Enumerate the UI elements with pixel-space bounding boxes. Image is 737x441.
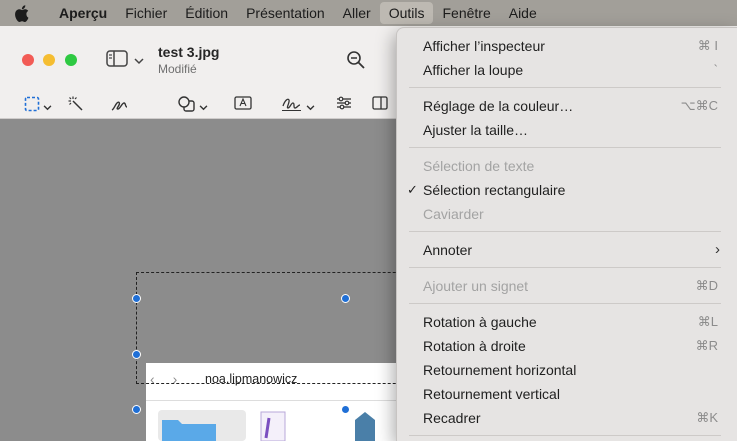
outils-menu: Afficher l’inspecteur ⌘ I Afficher la lo… — [396, 27, 737, 441]
menu-item-reglage-couleur[interactable]: Réglage de la couleur… ⌥⌘C — [397, 94, 736, 118]
menu-item-afficher-inspecteur[interactable]: Afficher l’inspecteur ⌘ I — [397, 34, 736, 58]
menu-aller[interactable]: Aller — [334, 0, 380, 26]
menu-app-name[interactable]: Aperçu — [50, 0, 116, 26]
menu-separator — [409, 231, 721, 232]
rectangular-selection-icon — [24, 96, 40, 117]
text-box-icon — [234, 96, 252, 115]
menu-separator — [409, 435, 721, 436]
chevron-down-icon — [134, 52, 144, 70]
menu-presentation[interactable]: Présentation — [237, 0, 334, 26]
shortcut-label: ` — [713, 62, 718, 77]
menu-item-selection-rectangulaire[interactable]: ✓ Sélection rectangulaire — [397, 178, 736, 202]
adjust-color-tool[interactable] — [336, 96, 352, 115]
signature-icon — [281, 96, 303, 117]
menu-item-selection-texte[interactable]: Sélection de texte — [397, 154, 736, 178]
menu-item-caviarder[interactable]: Caviarder — [397, 202, 736, 226]
shortcut-label: ⌘K — [696, 410, 718, 425]
menu-outils[interactable]: Outils — [379, 2, 434, 24]
menu-item-label: Ajuster la taille… — [423, 122, 529, 138]
shortcut-label: ⌘D — [695, 278, 718, 293]
chevron-down-icon — [306, 98, 315, 116]
menu-item-label: Annoter — [423, 242, 473, 258]
menu-fenetre[interactable]: Fenêtre — [433, 0, 499, 26]
resize-handle-top[interactable] — [341, 294, 350, 303]
image-divider — [146, 400, 406, 401]
text-box-tool[interactable] — [234, 96, 252, 115]
apple-icon[interactable] — [14, 4, 40, 22]
signature-tool[interactable] — [281, 96, 315, 117]
instant-alpha-icon — [68, 96, 84, 117]
app-file-icon — [355, 412, 375, 441]
menu-item-afficher-loupe[interactable]: Afficher la loupe ` — [397, 58, 736, 82]
shapes-tool[interactable] — [178, 96, 208, 117]
resize-handle-bottom-left[interactable] — [132, 405, 141, 414]
menu-item-label: Sélection de texte — [423, 158, 535, 174]
shortcut-label: ⌘ I — [697, 38, 718, 53]
menu-aide[interactable]: Aide — [500, 0, 546, 26]
sidebar-toggle-icon — [106, 50, 128, 72]
menu-item-label: Ajouter un signet — [423, 278, 529, 294]
menu-item-label: Retournement horizontal — [423, 362, 577, 378]
sidebar-toggle-button[interactable] — [106, 50, 144, 72]
menu-item-annoter[interactable]: Annoter › — [397, 238, 736, 262]
menu-item-ajuster-taille[interactable]: Ajuster la taille… — [397, 118, 736, 142]
menu-item-label: Afficher la loupe — [423, 62, 524, 78]
menu-item-label: Sélection rectangulaire — [423, 182, 566, 198]
menu-item-retournement-vertical[interactable]: Retournement vertical — [397, 382, 736, 406]
menu-item-label: Rotation à gauche — [423, 314, 537, 330]
resize-handle-left[interactable] — [132, 350, 141, 359]
fullscreen-button[interactable] — [65, 54, 77, 66]
selection-rectangle[interactable] — [136, 272, 436, 384]
shortcut-label: ⌘R — [695, 338, 718, 353]
menu-item-label: Retournement vertical — [423, 386, 560, 402]
chevron-down-icon — [43, 98, 52, 116]
menu-fichier[interactable]: Fichier — [116, 0, 176, 26]
menu-separator — [409, 147, 721, 148]
folder-icon — [158, 410, 246, 441]
menu-item-rotation-droite[interactable]: Rotation à droite ⌘R — [397, 334, 736, 358]
menu-separator — [409, 303, 721, 304]
shapes-icon — [178, 96, 196, 117]
page-layout-icon — [372, 96, 388, 115]
chevron-right-icon: › — [715, 241, 720, 258]
rectangular-selection-tool[interactable] — [24, 96, 52, 117]
menu-bar: Aperçu Fichier Édition Présentation Alle… — [0, 0, 737, 26]
chevron-down-icon — [199, 98, 208, 116]
menu-item-label: Réglage de la couleur… — [423, 98, 574, 114]
menu-item-ajouter-signet[interactable]: Ajouter un signet ⌘D — [397, 274, 736, 298]
sketch-icon — [110, 96, 128, 117]
menu-item-recadrer[interactable]: Recadrer ⌘K — [397, 406, 736, 430]
menu-edition[interactable]: Édition — [176, 0, 237, 26]
zoom-out-button[interactable] — [346, 50, 366, 75]
menu-item-rotation-gauche[interactable]: Rotation à gauche ⌘L — [397, 310, 736, 334]
sketch-tool[interactable] — [110, 96, 128, 117]
close-button[interactable] — [22, 54, 34, 66]
menu-separator — [409, 267, 721, 268]
document-title[interactable]: test 3.jpg — [158, 44, 219, 60]
shortcut-label: ⌥⌘C — [680, 98, 718, 113]
checkmark-icon: ✓ — [407, 182, 418, 197]
zoom-out-icon — [346, 51, 366, 74]
menu-item-label: Recadrer — [423, 410, 481, 426]
adjust-color-icon — [336, 96, 352, 115]
shortcut-label: ⌘L — [697, 314, 718, 329]
menu-item-label: Rotation à droite — [423, 338, 526, 354]
resize-handle-top-left[interactable] — [132, 294, 141, 303]
page-layout-tool[interactable] — [372, 96, 388, 115]
instant-alpha-tool[interactable] — [68, 96, 84, 117]
resize-handle-bottom[interactable] — [341, 405, 350, 414]
menu-separator — [409, 87, 721, 88]
menu-item-label: Caviarder — [423, 206, 484, 222]
minimize-button[interactable] — [43, 54, 55, 66]
menu-item-label: Afficher l’inspecteur — [423, 38, 545, 54]
document-file-icon — [260, 411, 286, 441]
document-status: Modifié — [158, 62, 197, 76]
menu-item-retournement-horizontal[interactable]: Retournement horizontal — [397, 358, 736, 382]
